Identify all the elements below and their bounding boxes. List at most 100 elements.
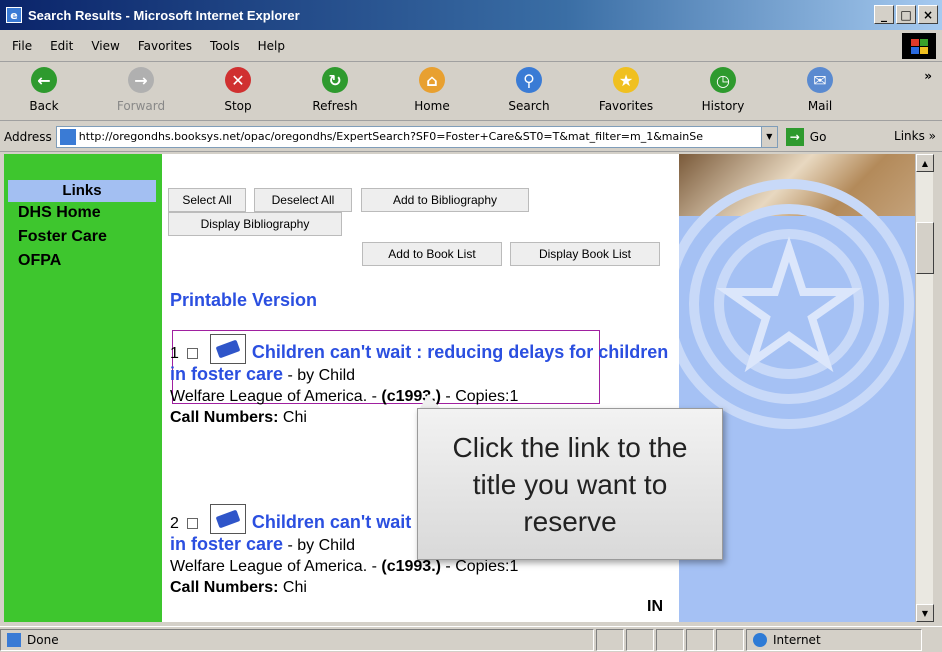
toolbar: ← Back → Forward ✕ Stop ↻ Refresh ⌂ Home ⚲ Search ★ F… xyxy=(0,63,942,121)
go-label: Go xyxy=(809,129,827,144)
close-button[interactable]: × xyxy=(918,5,938,24)
minimize-button[interactable]: _ xyxy=(874,5,894,24)
status-panel xyxy=(716,628,744,651)
result-author: - by Child xyxy=(283,367,356,384)
menu-file[interactable]: File xyxy=(4,39,42,53)
scroll-thumb[interactable] xyxy=(916,222,934,274)
history-icon: ◷ xyxy=(710,67,736,93)
status-text: Done xyxy=(0,628,594,651)
address-input[interactable]: http://oregondhs.booksys.net/opac/oregon… xyxy=(55,125,778,148)
home-button[interactable]: ⌂ Home xyxy=(394,67,470,113)
history-label: History xyxy=(701,99,745,113)
status-panel xyxy=(596,628,624,651)
maximize-button[interactable]: □ xyxy=(896,5,916,24)
status-panel xyxy=(656,628,684,651)
menu-bar: File Edit View Favorites Tools Help xyxy=(0,30,942,62)
result-publisher: Welfare League of America. - xyxy=(170,558,382,575)
book-icon xyxy=(209,334,246,364)
ie-icon: e xyxy=(6,7,22,23)
back-icon: ← xyxy=(31,67,57,93)
refresh-icon: ↻ xyxy=(322,67,348,93)
vertical-scrollbar[interactable]: ▲ ▼ xyxy=(915,154,934,622)
stop-label: Stop xyxy=(224,99,252,113)
address-url[interactable]: http://oregondhs.booksys.net/opac/oregon… xyxy=(79,130,761,143)
links-label: Links xyxy=(894,129,925,143)
result-author: - by Child xyxy=(283,537,356,554)
status-panel xyxy=(626,628,654,651)
stop-button[interactable]: ✕ Stop xyxy=(200,67,276,113)
page-done-icon xyxy=(7,632,21,647)
security-zone: Internet xyxy=(746,628,922,651)
zone-label: Internet xyxy=(773,632,821,647)
nav-foster-care[interactable]: Foster Care xyxy=(18,228,107,246)
mail-label: Mail xyxy=(807,99,833,113)
scroll-up-icon[interactable]: ▲ xyxy=(916,154,934,172)
menu-favorites[interactable]: Favorites xyxy=(130,39,202,53)
favorites-button[interactable]: ★ Favorites xyxy=(588,67,664,113)
address-label: Address xyxy=(4,129,52,144)
go-arrow-icon: → xyxy=(785,127,804,146)
result-copies: - Copies:1 xyxy=(440,388,519,405)
callout-pointer xyxy=(420,394,440,408)
history-button[interactable]: ◷ History xyxy=(685,67,761,113)
forward-label: Forward xyxy=(116,99,166,113)
instruction-callout: Click the link to the title you want to … xyxy=(417,408,723,560)
call-number-value: Chi xyxy=(278,409,307,426)
refresh-button[interactable]: ↻ Refresh xyxy=(297,67,373,113)
search-icon: ⚲ xyxy=(516,67,542,93)
status-badge: IN xyxy=(647,598,663,615)
back-button[interactable]: ← Back xyxy=(6,67,82,113)
status-done-label: Done xyxy=(27,632,59,647)
address-dropdown-icon[interactable]: ▼ xyxy=(760,126,777,147)
book-icon xyxy=(209,504,246,534)
page-icon xyxy=(59,128,76,145)
toolbar-overflow-icon[interactable]: » xyxy=(924,69,932,83)
globe-icon xyxy=(753,632,767,647)
forward-button[interactable]: → Forward xyxy=(103,67,179,113)
home-label: Home xyxy=(414,99,450,113)
refresh-label: Refresh xyxy=(312,99,358,113)
result-number: 1 xyxy=(170,345,179,362)
select-all-button[interactable]: Select All xyxy=(168,188,246,212)
title-bar: e Search Results - Microsoft Internet Ex… xyxy=(0,0,942,30)
favorites-label: Favorites xyxy=(598,99,654,113)
result-year: (c1993.) xyxy=(381,558,441,575)
call-numbers-label: Call Numbers: xyxy=(170,579,279,596)
mail-button[interactable]: ✉ Mail xyxy=(782,67,858,113)
home-icon: ⌂ xyxy=(419,67,445,93)
nav-ofpa[interactable]: OFPA xyxy=(18,252,61,270)
add-to-book-list-button[interactable]: Add to Book List xyxy=(362,242,502,266)
deselect-all-button[interactable]: Deselect All xyxy=(254,188,352,212)
printable-version-link[interactable]: Printable Version xyxy=(170,290,317,311)
links-toolbar-button[interactable]: Links » xyxy=(894,129,936,143)
left-nav: Links DHS Home Foster Care OFPA xyxy=(4,154,162,622)
result-checkbox[interactable] xyxy=(186,348,198,360)
call-number-value: Chi xyxy=(278,579,307,596)
result-copies: - Copies:1 xyxy=(440,558,519,575)
star-icon: ★ xyxy=(613,67,639,93)
status-bar: Done Internet xyxy=(0,626,942,652)
mail-icon: ✉ xyxy=(807,67,833,93)
menu-edit[interactable]: Edit xyxy=(42,39,83,53)
search-label: Search xyxy=(508,99,550,113)
result-checkbox[interactable] xyxy=(186,518,198,530)
add-to-bibliography-button[interactable]: Add to Bibliography xyxy=(361,188,529,212)
menu-tools[interactable]: Tools xyxy=(202,39,250,53)
display-bibliography-button[interactable]: Display Bibliography xyxy=(168,212,342,236)
address-bar: Address http://oregondhs.booksys.net/opa… xyxy=(0,122,942,152)
search-button[interactable]: ⚲ Search xyxy=(491,67,567,113)
stop-icon: ✕ xyxy=(225,67,251,93)
forward-icon: → xyxy=(128,67,154,93)
menu-help[interactable]: Help xyxy=(250,39,295,53)
scroll-down-icon[interactable]: ▼ xyxy=(916,604,934,622)
status-panel xyxy=(686,628,714,651)
back-label: Back xyxy=(29,99,59,113)
menu-view[interactable]: View xyxy=(83,39,129,53)
display-book-list-button[interactable]: Display Book List xyxy=(510,242,660,266)
call-numbers-label: Call Numbers: xyxy=(170,409,279,426)
go-button[interactable]: → Go xyxy=(785,127,827,146)
windows-logo-icon xyxy=(902,33,936,59)
nav-dhs-home[interactable]: DHS Home xyxy=(18,204,101,222)
result-number: 2 xyxy=(170,515,179,532)
window-title: Search Results - Microsoft Internet Expl… xyxy=(28,7,300,23)
